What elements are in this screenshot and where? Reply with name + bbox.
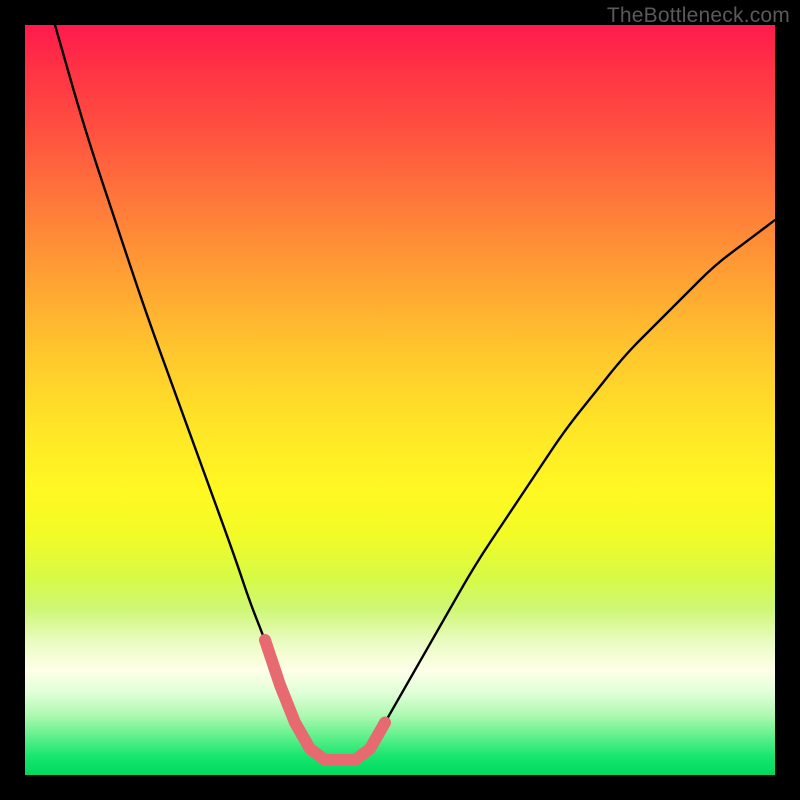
bottleneck-curve [25, 25, 775, 775]
plot-area [25, 25, 775, 775]
chart-frame: TheBottleneck.com [0, 0, 800, 800]
watermark-text: TheBottleneck.com [607, 4, 790, 28]
